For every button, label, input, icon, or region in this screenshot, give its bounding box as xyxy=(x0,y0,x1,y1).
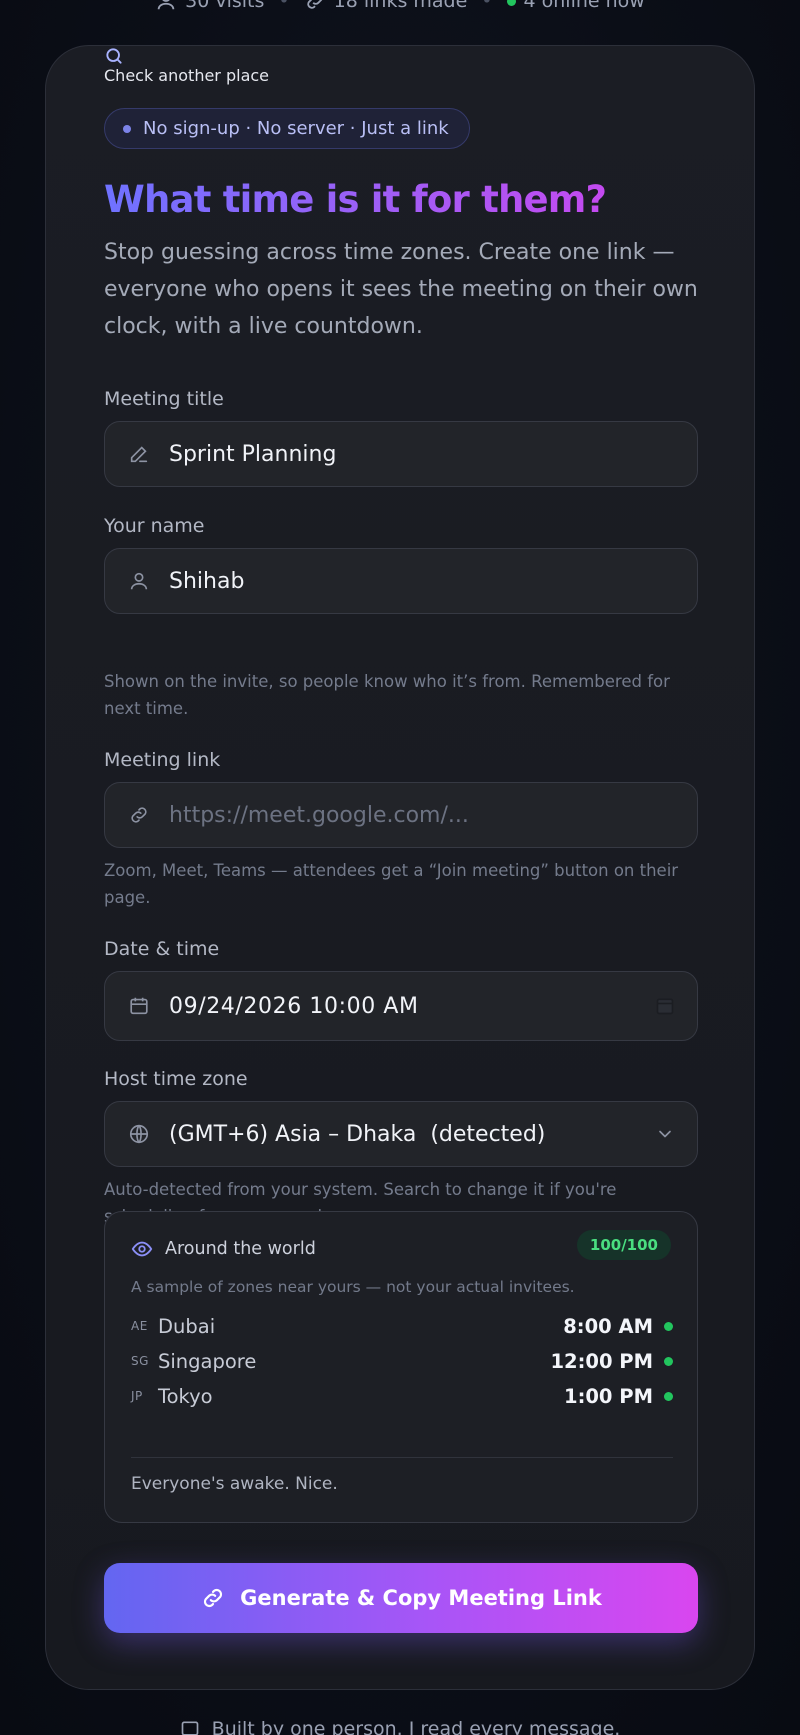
list-item: AE Dubai 8:00 AM xyxy=(131,1311,673,1341)
your-name-value: Shihab xyxy=(169,568,245,594)
user-icon xyxy=(127,569,151,593)
message-icon xyxy=(181,1721,198,1735)
city-name: Dubai xyxy=(158,1314,216,1338)
your-name-label: Your name xyxy=(104,515,205,537)
calendar-picker-icon[interactable] xyxy=(655,996,675,1016)
meeting-link-placeholder: https://meet.google.com/... xyxy=(169,802,469,828)
generate-copy-link-button[interactable]: Generate & Copy Meeting Link xyxy=(104,1563,698,1633)
world-sample-note: A sample of zones near yours — not your … xyxy=(131,1278,575,1296)
badge-text: No sign-up · No server · Just a link xyxy=(143,118,449,139)
list-item: SG Singapore 12:00 PM xyxy=(131,1346,673,1376)
badge-dot-icon xyxy=(123,124,131,133)
search-icon xyxy=(106,48,122,64)
meeting-title-label: Meeting title xyxy=(104,388,224,410)
date-time-label: Date & time xyxy=(104,938,220,960)
meeting-link-label: Meeting link xyxy=(104,749,221,771)
online-count: 4 online now xyxy=(523,0,645,12)
awake-status-dot xyxy=(664,1321,673,1331)
globe-icon xyxy=(127,1122,151,1146)
meeting-title-input[interactable]: Sprint Planning xyxy=(104,421,698,487)
your-name-help: Shown on the invite, so people know who … xyxy=(104,672,670,718)
link-icon xyxy=(204,1588,223,1608)
around-the-world-panel: Around the world 100/100 A sample of zon… xyxy=(104,1211,698,1523)
city-time: 12:00 PM xyxy=(550,1349,653,1373)
feature-badge: No sign-up · No server · Just a link xyxy=(104,108,470,149)
user-icon xyxy=(157,0,175,10)
check-another-place-link[interactable]: Check another place xyxy=(104,46,698,85)
footer-text: Built by one person. I read every messag… xyxy=(211,1718,621,1735)
awake-status-dot xyxy=(664,1391,673,1401)
city-name: Singapore xyxy=(158,1349,257,1373)
link-icon xyxy=(127,803,151,827)
eye-icon xyxy=(131,1241,153,1257)
city-time: 1:00 PM xyxy=(564,1384,653,1408)
chevron-down-icon[interactable] xyxy=(655,1124,675,1144)
visits-count: 30 visits xyxy=(185,0,265,12)
link-icon xyxy=(306,0,322,9)
page-title: What time is it for them? xyxy=(104,178,607,221)
score-badge: 100/100 xyxy=(576,1230,671,1260)
pencil-icon xyxy=(127,442,151,466)
page-subtitle: Stop guessing across time zones. Create … xyxy=(104,240,698,339)
city-name: Tokyo xyxy=(158,1384,213,1408)
separator-dot: • xyxy=(481,0,493,12)
list-item: JP Tokyo 1:00 PM xyxy=(131,1381,673,1411)
generate-button-label: Generate & Copy Meeting Link xyxy=(240,1586,602,1610)
visits-stat: 30 visits xyxy=(155,0,264,12)
world-summary: Everyone's awake. Nice. xyxy=(131,1474,338,1494)
links-count: 18 links made xyxy=(333,0,468,12)
date-time-input[interactable]: 09/24/2026 10:00 AM xyxy=(104,971,698,1041)
world-heading: Around the world xyxy=(131,1238,316,1260)
country-code: SG xyxy=(131,1354,149,1368)
world-heading-text: Around the world xyxy=(165,1239,316,1259)
your-name-input[interactable]: Shihab xyxy=(104,548,698,614)
city-time: 8:00 AM xyxy=(563,1314,653,1338)
host-tz-select[interactable]: (GMT+6) Asia – Dhaka (detected) xyxy=(104,1101,698,1167)
divider xyxy=(131,1457,673,1458)
awake-status-dot xyxy=(664,1356,673,1366)
footer: Built by one person. I read every messag… xyxy=(0,1718,800,1735)
meeting-link-help: Zoom, Meet, Teams — attendees get a “Joi… xyxy=(104,861,679,907)
stats-bar: 30 visits • 18 links made • 4 online now xyxy=(0,0,800,12)
online-stat: 4 online now xyxy=(506,0,645,12)
host-tz-label: Host time zone xyxy=(104,1068,248,1090)
calendar-icon xyxy=(127,994,151,1018)
online-dot-icon xyxy=(506,0,516,6)
date-time-value: 09/24/2026 10:00 AM xyxy=(169,993,419,1019)
host-tz-value: (GMT+6) Asia – Dhaka (detected) xyxy=(169,1121,546,1147)
separator-dot: • xyxy=(278,0,290,12)
meeting-title-value: Sprint Planning xyxy=(169,441,337,467)
create-link-card: No sign-up · No server · Just a link Wha… xyxy=(45,45,755,1690)
meeting-link-input[interactable]: https://meet.google.com/... xyxy=(104,782,698,848)
country-code: AE xyxy=(131,1319,148,1333)
country-code: JP xyxy=(131,1389,143,1403)
check-another-place-text: Check another place xyxy=(104,66,270,85)
links-stat: 18 links made xyxy=(304,0,468,12)
